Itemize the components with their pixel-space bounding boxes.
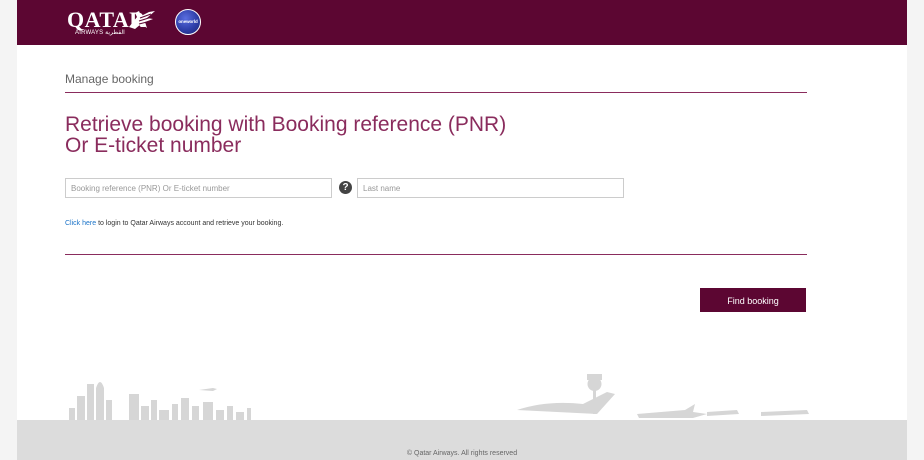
oryx-icon bbox=[129, 11, 155, 29]
login-link[interactable]: Click here bbox=[65, 220, 96, 227]
page: QATAR AIRWAYS القطرية oneworld Manage bo… bbox=[17, 0, 907, 460]
last-name-input[interactable] bbox=[357, 178, 624, 198]
city-skyline-illustration bbox=[69, 374, 809, 422]
page-title-line-1: Retrieve booking with Booking reference … bbox=[65, 113, 507, 136]
login-text: Click here to login to Qatar Airways acc… bbox=[65, 220, 283, 227]
header-bar: QATAR AIRWAYS القطرية oneworld bbox=[17, 0, 907, 45]
breadcrumb: Manage booking bbox=[65, 72, 154, 86]
page-title-line-2: Or E-ticket number bbox=[65, 134, 242, 157]
pnr-input[interactable] bbox=[65, 178, 332, 198]
logo-subtext: AIRWAYS القطرية bbox=[75, 30, 125, 36]
find-booking-button[interactable]: Find booking bbox=[700, 288, 806, 312]
oneworld-label: oneworld bbox=[178, 19, 198, 24]
divider-top bbox=[65, 92, 807, 93]
copyright-text: © Qatar Airways. All rights reserved bbox=[406, 450, 518, 457]
login-description: to login to Qatar Airways account and re… bbox=[96, 220, 284, 227]
help-icon[interactable]: ? bbox=[339, 181, 352, 194]
page-title: Retrieve booking with Booking reference … bbox=[65, 114, 765, 156]
divider-bottom bbox=[65, 254, 807, 255]
oneworld-alliance-icon[interactable]: oneworld bbox=[175, 9, 201, 35]
footer: © Qatar Airways. All rights reserved bbox=[17, 420, 907, 460]
